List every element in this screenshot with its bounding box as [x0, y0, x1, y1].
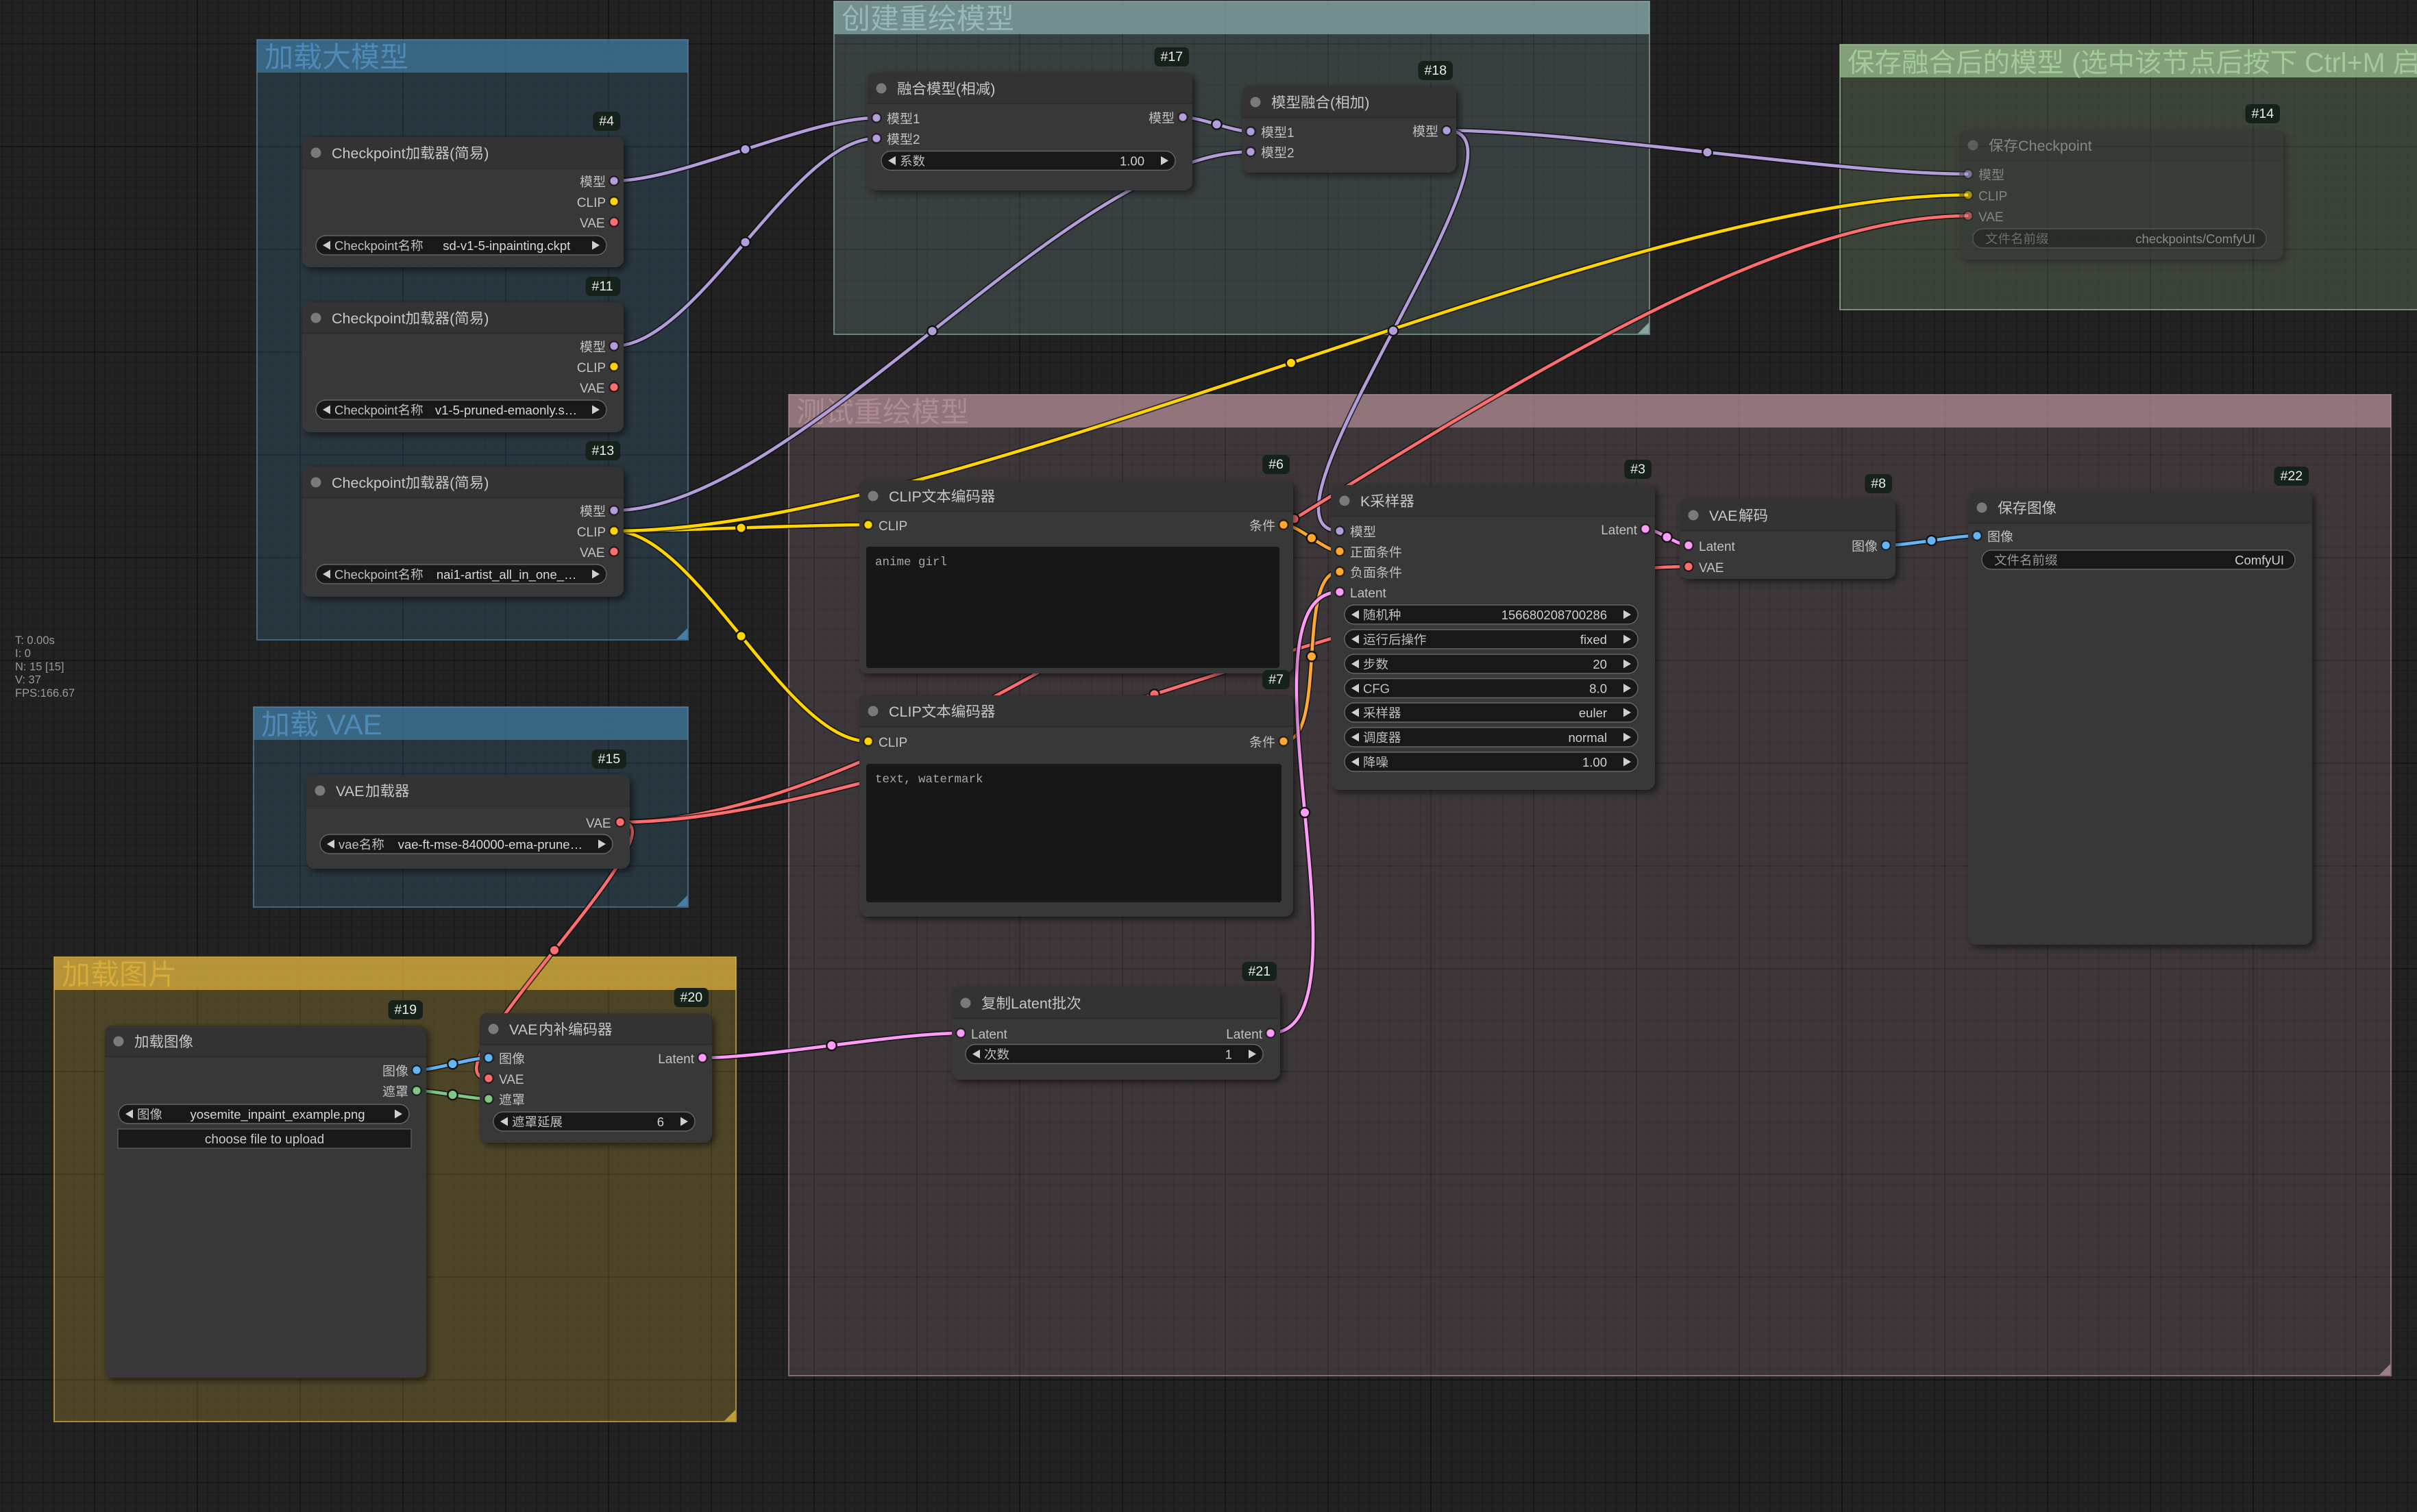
svg-text:CLIP: CLIP — [889, 704, 922, 720]
svg-text:): ) — [990, 81, 995, 97]
svg-text:(: ( — [956, 81, 961, 97]
svg-text:#20: #20 — [680, 990, 703, 1005]
svg-text:Checkpoint: Checkpoint — [332, 145, 406, 162]
svg-text:VAE: VAE — [1709, 508, 1737, 524]
svg-text:): ) — [484, 475, 489, 491]
svg-text:8.0: 8.0 — [1589, 682, 1607, 696]
svg-text:Latent: Latent — [1011, 995, 1052, 1012]
svg-text:Latent: Latent — [1350, 586, 1387, 601]
svg-text:VAE: VAE — [1978, 210, 2004, 225]
svg-text:#17: #17 — [1161, 49, 1183, 64]
svg-text:#15: #15 — [598, 752, 621, 767]
svg-text:1: 1 — [1287, 126, 1295, 140]
svg-text:VAE: VAE — [336, 783, 364, 800]
svg-text:1.00: 1.00 — [1120, 154, 1144, 169]
svg-text:Checkpoint: Checkpoint — [334, 567, 398, 582]
svg-text:2: 2 — [913, 133, 920, 147]
svg-text:euler: euler — [1579, 706, 1607, 720]
svg-text:#21: #21 — [1249, 964, 1271, 979]
svg-text:v1-5-pruned-emaonly.s…: v1-5-pruned-emaonly.s… — [435, 403, 577, 417]
svg-text:#3: #3 — [1630, 462, 1645, 477]
svg-text:1.00: 1.00 — [1582, 755, 1607, 769]
svg-text:checkpoints/ComfyUI: checkpoints/ComfyUI — [2135, 232, 2255, 246]
svg-text:CLIP: CLIP — [879, 519, 907, 534]
svg-text:1: 1 — [1225, 1048, 1232, 1062]
svg-text:K: K — [1360, 493, 1371, 510]
svg-text:Latent: Latent — [1226, 1028, 1263, 1042]
svg-text:vae: vae — [339, 837, 359, 852]
svg-text:1: 1 — [913, 112, 920, 127]
svg-text:#6: #6 — [1268, 457, 1284, 472]
svg-text:VAE: VAE — [580, 546, 605, 560]
svg-text:yosemite_inpaint_example.png: yosemite_inpaint_example.png — [191, 1107, 365, 1122]
svg-text:Latent: Latent — [1699, 540, 1736, 554]
svg-text:Checkpoint: Checkpoint — [334, 238, 398, 253]
svg-text:#13: #13 — [592, 443, 615, 458]
svg-text:CLIP: CLIP — [577, 196, 606, 210]
svg-text:#11: #11 — [592, 279, 613, 294]
svg-text:VAE: VAE — [1699, 561, 1724, 575]
svg-text:(: ( — [450, 475, 455, 491]
svg-text:VAE: VAE — [499, 1073, 524, 1087]
svg-text:Ctrl+M: Ctrl+M — [2305, 48, 2385, 78]
svg-text:(: ( — [2072, 48, 2081, 78]
svg-text:VAE: VAE — [586, 817, 611, 831]
svg-text:I: 0: I: 0 — [15, 647, 31, 660]
svg-text:T: 0.00s: T: 0.00s — [15, 634, 55, 647]
svg-text:N: 15 [15]: N: 15 [15] — [15, 660, 64, 673]
svg-text:fixed: fixed — [1580, 632, 1607, 647]
svg-text:normal: normal — [1569, 730, 1608, 745]
svg-text:Checkpoint: Checkpoint — [332, 310, 406, 327]
svg-text:#14: #14 — [2252, 106, 2274, 121]
svg-text:VAE: VAE — [580, 382, 605, 396]
svg-text:nai1-artist_all_in_one_…: nai1-artist_all_in_one_… — [437, 567, 577, 582]
svg-text:Latent: Latent — [971, 1028, 1008, 1042]
svg-text:#18: #18 — [1425, 63, 1447, 78]
svg-text:FPS:166.67: FPS:166.67 — [15, 687, 75, 699]
svg-text:2: 2 — [1287, 147, 1295, 161]
svg-text:CLIP: CLIP — [889, 488, 922, 505]
svg-text:(: ( — [450, 145, 455, 162]
svg-text:20: 20 — [1593, 657, 1607, 671]
svg-text:6: 6 — [657, 1115, 664, 1129]
svg-text:): ) — [484, 145, 489, 162]
svg-text:): ) — [484, 310, 489, 327]
svg-text:VAE: VAE — [580, 216, 605, 231]
svg-text:Latent: Latent — [658, 1052, 695, 1067]
svg-text:CLIP: CLIP — [577, 525, 606, 540]
svg-text:#7: #7 — [1268, 672, 1284, 687]
svg-text:choose file to upload: choose file to upload — [205, 1132, 324, 1147]
svg-text:CFG: CFG — [1363, 682, 1390, 696]
svg-text:CLIP: CLIP — [577, 361, 606, 375]
svg-text:ComfyUI: ComfyUI — [2235, 553, 2284, 567]
svg-text:(: ( — [1330, 95, 1336, 111]
svg-text:sd-v1-5-inpainting.ckpt: sd-v1-5-inpainting.ckpt — [443, 238, 570, 253]
svg-text:VAE: VAE — [327, 708, 382, 741]
svg-text:text, watermark: text, watermark — [875, 773, 983, 786]
svg-text:156680208700286: 156680208700286 — [1501, 608, 1607, 622]
svg-text:#8: #8 — [1871, 476, 1886, 491]
svg-text:anime girl: anime girl — [875, 556, 947, 569]
svg-text:Checkpoint: Checkpoint — [334, 403, 398, 417]
svg-text:CLIP: CLIP — [1978, 190, 2007, 204]
svg-text:#22: #22 — [2281, 469, 2303, 484]
svg-text:vae-ft-mse-840000-ema-prune…: vae-ft-mse-840000-ema-prune… — [398, 837, 582, 852]
svg-text:): ) — [1364, 95, 1369, 111]
svg-text:Checkpoint: Checkpoint — [332, 475, 406, 491]
svg-text:V: 37: V: 37 — [15, 674, 41, 686]
svg-text:(: ( — [450, 310, 455, 327]
svg-text:Latent: Latent — [1601, 523, 1638, 538]
svg-text:CLIP: CLIP — [879, 736, 907, 750]
svg-text:VAE: VAE — [509, 1021, 537, 1038]
svg-text:#4: #4 — [599, 114, 614, 129]
svg-text:#19: #19 — [395, 1002, 417, 1017]
svg-text:Checkpoint: Checkpoint — [2018, 138, 2092, 154]
